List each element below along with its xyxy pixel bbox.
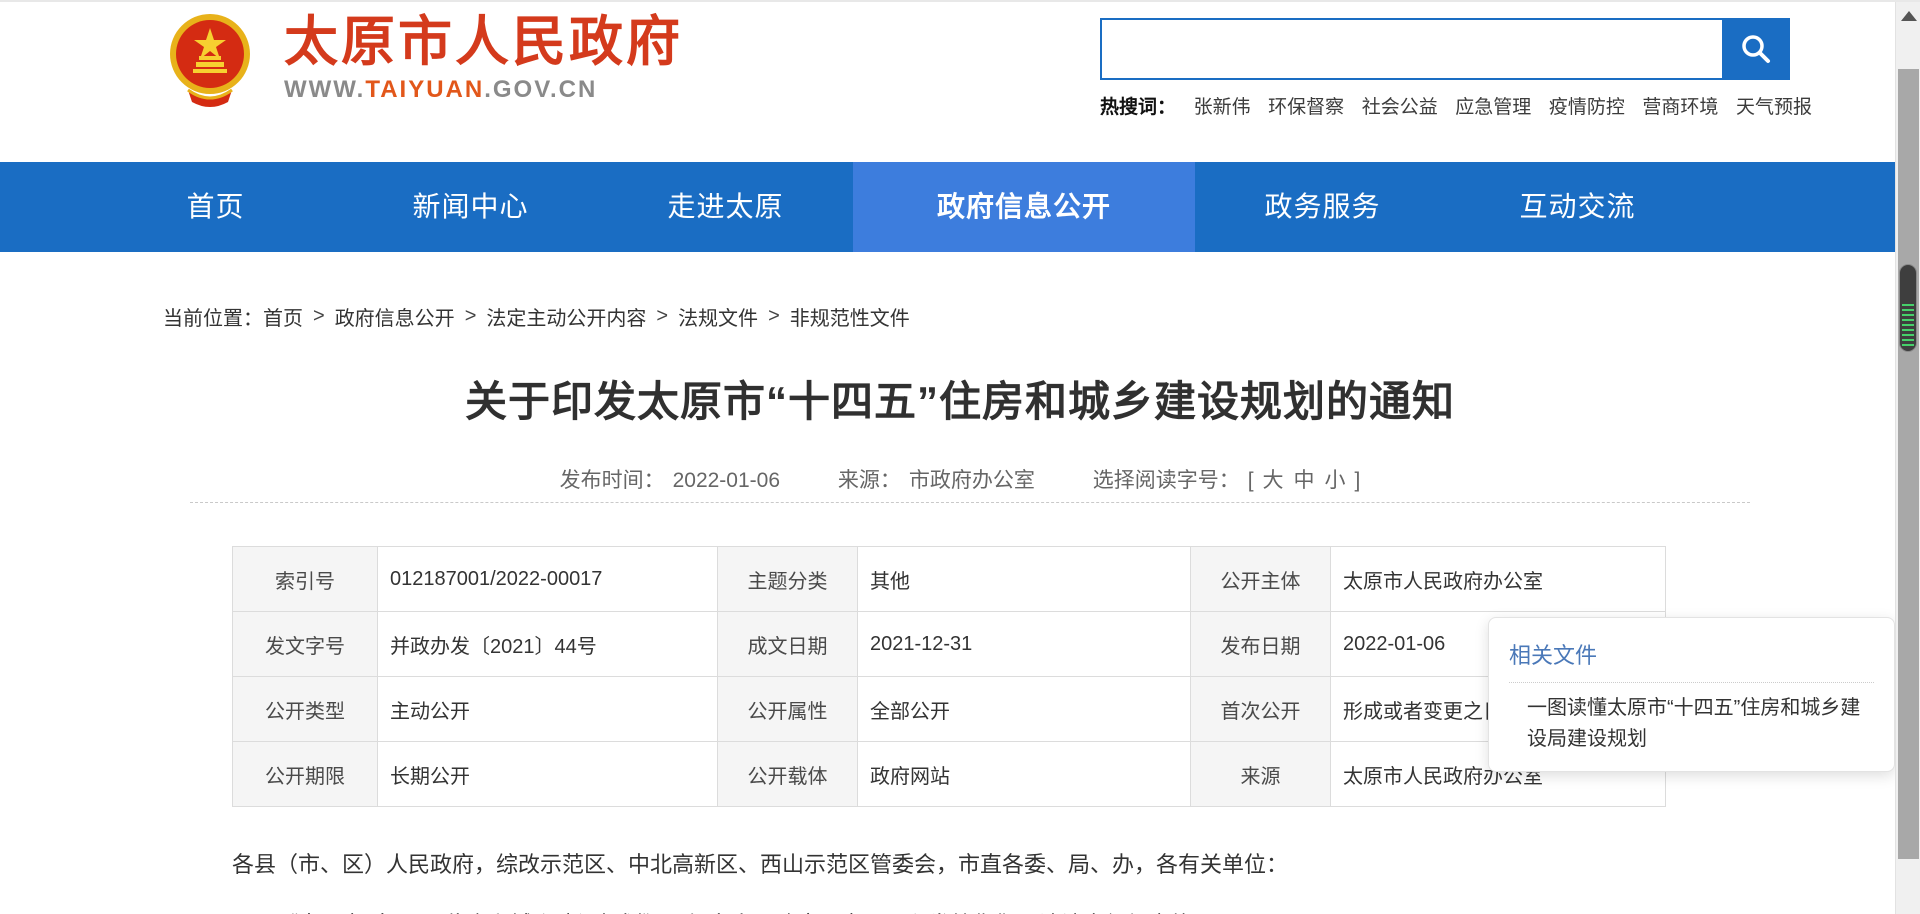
breadcrumb-separator: > [768, 305, 780, 328]
dashed-divider [190, 502, 1750, 503]
table-row: 发文字号 并政办发〔2021〕44号 成文日期 2021-12-31 发布日期 … [233, 612, 1666, 677]
main-nav: 首页 新闻中心 走进太原 政府信息公开 政务服务 互动交流 [0, 162, 1895, 252]
nav-item-home[interactable]: 首页 [88, 162, 343, 252]
info-label-disclosure-period: 公开期限 [233, 742, 378, 807]
info-label-disclosure-carrier: 公开载体 [718, 742, 858, 807]
info-label-doc-number: 发文字号 [233, 612, 378, 677]
scrollbar-thumb[interactable] [1898, 69, 1919, 859]
font-size-label: 选择阅读字号： [1093, 469, 1240, 492]
info-label-source: 来源 [1191, 742, 1331, 807]
info-value-doc-number: 并政办发〔2021〕44号 [378, 612, 718, 677]
search-button[interactable] [1722, 18, 1790, 80]
breadcrumb: 当前位置： 首页 > 政府信息公开 > 法定主动公开内容 > 法规文件 > 非规… [163, 302, 910, 331]
info-label-topic-category: 主题分类 [718, 547, 858, 612]
hot-keywords-label: 热搜词： [1100, 92, 1176, 119]
vertical-scrollbar[interactable] [1895, 2, 1920, 914]
breadcrumb-separator: > [313, 305, 325, 328]
site-url: WWW.TAIYUAN.GOV.CN [284, 76, 683, 104]
table-row: 索引号 012187001/2022-00017 主题分类 其他 公开主体 太原… [233, 547, 1666, 612]
breadcrumb-item-statutory-disclosure[interactable]: 法定主动公开内容 [486, 302, 646, 331]
breadcrumb-item-home[interactable]: 首页 [263, 302, 303, 331]
hot-keywords-row: 热搜词： 张新伟 环保督察 社会公益 应急管理 疫情防控 营商环境 天气预报 [1100, 92, 1812, 119]
page: 太原市人民政府 WWW.TAIYUAN.GOV.CN 热搜词： 张新伟 环保督察… [0, 0, 1920, 914]
breadcrumb-item-non-normative-docs[interactable]: 非规范性文件 [790, 302, 910, 331]
font-size-large-button[interactable]: 大 [1263, 469, 1284, 492]
hot-keyword-link[interactable]: 社会公益 [1362, 92, 1438, 119]
hot-keyword-link[interactable]: 营商环境 [1642, 92, 1718, 119]
related-documents-title: 相关文件 [1509, 638, 1874, 670]
info-label-disclosure-attribute: 公开属性 [718, 677, 858, 742]
info-label-disclosing-body: 公开主体 [1191, 547, 1331, 612]
bracket-open: [ [1248, 469, 1254, 492]
article-meta: 发布时间： 2022-01-06 来源： 市政府办公室 选择阅读字号： [ 大中小] [0, 464, 1920, 494]
info-value-disclosure-period: 长期公开 [378, 742, 718, 807]
page-title: 关于印发太原市“十四五”住房和城乡建设规划的通知 [0, 368, 1920, 429]
info-label-index-no: 索引号 [233, 547, 378, 612]
site-name: 太原市人民政府 [284, 10, 683, 74]
document-info-table: 索引号 012187001/2022-00017 主题分类 其他 公开主体 太原… [232, 546, 1666, 807]
hot-keyword-link[interactable]: 张新伟 [1194, 92, 1251, 119]
nav-item-interaction[interactable]: 互动交流 [1450, 162, 1705, 252]
nav-item-news[interactable]: 新闻中心 [343, 162, 598, 252]
table-row: 公开类型 主动公开 公开属性 全部公开 首次公开 形成或者变更之日 [233, 677, 1666, 742]
breadcrumb-item-regulatory-docs[interactable]: 法规文件 [678, 302, 758, 331]
nav-item-gov-info-disclosure[interactable]: 政府信息公开 [853, 162, 1195, 252]
document-salutation: 各县（市、区）人民政府，综改示范区、中北高新区、西山示范区管委会，市直各委、局、… [232, 848, 1662, 882]
publish-time-label: 发布时间： [560, 469, 665, 492]
hot-keyword-link[interactable]: 应急管理 [1455, 92, 1531, 119]
hot-keyword-link[interactable]: 疫情防控 [1549, 92, 1625, 119]
nav-item-gov-services[interactable]: 政务服务 [1195, 162, 1450, 252]
info-label-date-written: 成文日期 [718, 612, 858, 677]
info-value-index-no: 012187001/2022-00017 [378, 547, 718, 612]
info-value-disclosure-carrier: 政府网站 [858, 742, 1191, 807]
nav-item-about-taiyuan[interactable]: 走进太原 [598, 162, 853, 252]
national-emblem-icon [168, 10, 252, 108]
document-body: 各县（市、区）人民政府，综改示范区、中北高新区、西山示范区管委会，市直各委、局、… [232, 848, 1662, 914]
related-documents-popup: 相关文件 一图读懂太原市“十四五”住房和城乡建设局建设规划 [1488, 617, 1895, 772]
hot-keyword-link[interactable]: 天气预报 [1736, 92, 1812, 119]
font-size-small-button[interactable]: 小 [1325, 469, 1346, 492]
document-paragraph: 《太原市“十四五”住房和城乡建设规划》已经市人民政府同意，现印发给你们，请认真组… [232, 908, 1662, 914]
hot-keyword-link[interactable]: 环保督察 [1268, 92, 1344, 119]
breadcrumb-separator: > [465, 305, 477, 328]
info-label-date-published: 发布日期 [1191, 612, 1331, 677]
breadcrumb-label: 当前位置： [163, 302, 263, 331]
popup-divider [1509, 682, 1874, 683]
search-input[interactable] [1100, 18, 1722, 80]
info-value-disclosing-body: 太原市人民政府办公室 [1331, 547, 1666, 612]
bracket-close: ] [1355, 469, 1361, 492]
table-row: 公开期限 长期公开 公开载体 政府网站 来源 太原市人民政府办公室 [233, 742, 1666, 807]
info-value-date-written: 2021-12-31 [858, 612, 1191, 677]
info-label-disclosure-type: 公开类型 [233, 677, 378, 742]
search-icon [1739, 32, 1773, 66]
font-size-medium-button[interactable]: 中 [1294, 469, 1315, 492]
source-label: 来源： [838, 469, 901, 492]
info-value-disclosure-type: 主动公开 [378, 677, 718, 742]
scrollbar-position-marker[interactable] [1899, 264, 1917, 352]
search-bar [1100, 18, 1790, 80]
scrollbar-marker-stripes [1902, 304, 1914, 348]
site-logo[interactable]: 太原市人民政府 WWW.TAIYUAN.GOV.CN [168, 10, 683, 108]
publish-time-value: 2022-01-06 [673, 469, 780, 492]
breadcrumb-separator: > [656, 305, 668, 328]
info-label-first-disclosure: 首次公开 [1191, 677, 1331, 742]
source-value: 市政府办公室 [909, 469, 1035, 492]
scrollbar-up-arrow-icon[interactable] [1901, 11, 1917, 21]
breadcrumb-item-gov-info[interactable]: 政府信息公开 [335, 302, 455, 331]
related-document-link[interactable]: 一图读懂太原市“十四五”住房和城乡建设局建设规划 [1509, 693, 1871, 755]
info-value-topic-category: 其他 [858, 547, 1191, 612]
info-value-disclosure-attribute: 全部公开 [858, 677, 1191, 742]
